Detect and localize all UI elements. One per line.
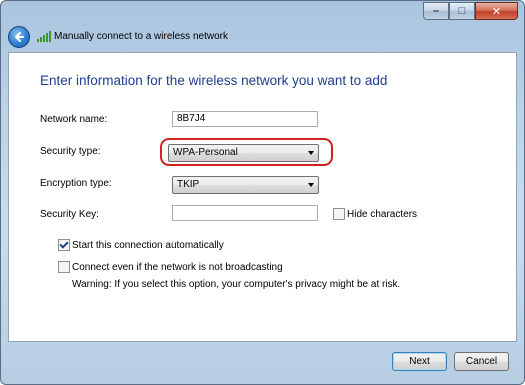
security-type-value: WPA-Personal (173, 147, 238, 158)
start-automatically-label: Start this connection automatically (72, 240, 224, 251)
window-title: Manually connect to a wireless network (54, 31, 228, 42)
security-type-label: Security type: (40, 146, 101, 157)
security-key-label: Security Key: (40, 209, 99, 220)
network-name-label: Network name: (40, 114, 108, 125)
dialog-window: – □ ✕ Manually connect to a wireless net… (0, 0, 525, 385)
cancel-button[interactable]: Cancel (454, 352, 509, 371)
minimize-button[interactable]: – (423, 2, 449, 20)
encryption-type-value: TKIP (177, 179, 200, 190)
wireless-signal-icon (37, 31, 51, 42)
security-key-input[interactable] (172, 205, 318, 221)
caption-buttons: – □ ✕ (423, 2, 518, 20)
hide-characters-label: Hide characters (347, 209, 418, 220)
privacy-warning: Warning: If you select this option, your… (72, 279, 401, 290)
chevron-down-icon (308, 151, 314, 155)
page-heading: Enter information for the wireless netwo… (40, 73, 388, 88)
content-panel: Enter information for the wireless netwo… (8, 52, 517, 342)
close-button[interactable]: ✕ (475, 2, 518, 20)
network-name-input[interactable]: 8B7J4 (172, 111, 318, 127)
back-button[interactable] (8, 26, 30, 48)
chevron-down-icon (308, 183, 314, 187)
maximize-button[interactable]: □ (449, 2, 475, 20)
next-button[interactable]: Next (392, 352, 447, 371)
hide-characters-checkbox[interactable] (333, 208, 345, 220)
connect-even-label: Connect even if the network is not broad… (72, 262, 283, 273)
start-automatically-checkbox[interactable] (58, 239, 70, 251)
encryption-type-select[interactable]: TKIP (172, 176, 319, 194)
back-arrow-icon (15, 32, 24, 42)
connect-even-checkbox[interactable] (58, 261, 70, 273)
dialog-footer: Next Cancel (8, 343, 517, 379)
encryption-type-label: Encryption type: (40, 178, 112, 189)
title-bar: – □ ✕ Manually connect to a wireless net… (1, 1, 524, 51)
security-type-select[interactable]: WPA-Personal (168, 144, 319, 162)
